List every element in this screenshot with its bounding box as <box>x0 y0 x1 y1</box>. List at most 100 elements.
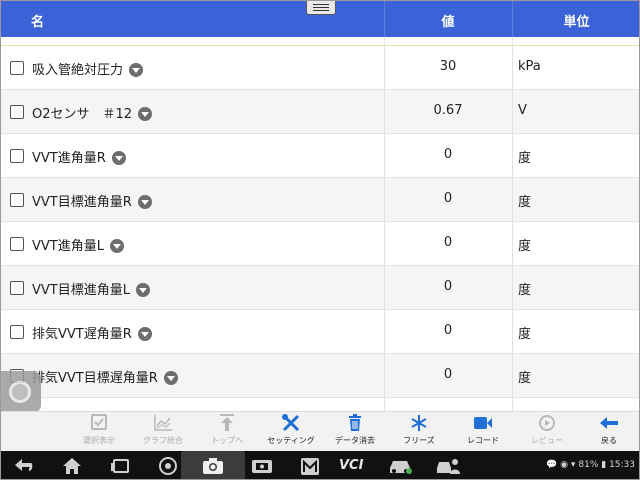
dropdown-icon[interactable] <box>138 106 153 121</box>
table-row[interactable]: 排気VVT遅角量R 0 度 <box>1 310 639 354</box>
table-row[interactable]: O2センサ ＃12 0.67 V <box>1 90 639 134</box>
graph-icon <box>154 415 172 431</box>
freeze-label: フリーズ <box>403 436 435 445</box>
row-name: 排気VVT遅角量R <box>32 323 152 342</box>
table-row[interactable]: VVT目標進角量R 0 度 <box>1 178 639 222</box>
row-value: 0 <box>443 191 453 206</box>
status-area: 💬 ◉ ▾ 81% ▮ 15:33 <box>546 460 635 470</box>
maxi-app-icon[interactable] <box>299 456 321 476</box>
screen-record-icon[interactable] <box>251 456 273 476</box>
system-nav-bar: VCI 💬 ◉ ▾ 81% ▮ 15:33 <box>1 451 639 479</box>
row-name-text: 排気VVT遅角量R <box>32 327 132 342</box>
row-name: 吸入管絶対圧力 <box>32 59 144 78</box>
row-unit: V <box>518 103 527 118</box>
row-value: 30 <box>439 59 457 74</box>
graph-merge-label: グラフ統合 <box>143 436 183 445</box>
row-name-text: VVT進角量R <box>32 151 106 166</box>
row-checkbox[interactable] <box>10 281 24 295</box>
graph-merge-button[interactable]: グラフ統合 <box>131 414 195 452</box>
row-name-text: VVT進角量L <box>32 239 104 254</box>
bottom-toolbar: 選択表示 グラフ統合 トップへ セッティング データ消去 フリーズ レコード レ… <box>1 411 639 452</box>
row-unit: 度 <box>518 195 532 210</box>
row-unit: 度 <box>518 327 532 342</box>
select-display-button[interactable]: 選択表示 <box>67 414 131 452</box>
column-divider <box>384 37 385 411</box>
table-row[interactable]: VVT目標進角量L 0 度 <box>1 266 639 310</box>
row-value: 0.67 <box>433 103 463 118</box>
dropdown-icon[interactable] <box>135 282 150 297</box>
freeze-button[interactable]: フリーズ <box>387 414 451 452</box>
row-unit: 度 <box>518 239 532 254</box>
row-checkbox[interactable] <box>10 237 24 251</box>
row-name-text: VVT目標進角量L <box>32 283 130 298</box>
car-icon[interactable] <box>387 456 413 476</box>
row-checkbox[interactable] <box>10 105 24 119</box>
checkbox-icon <box>91 414 107 430</box>
header-unit: 単位 <box>563 15 590 30</box>
car-user-icon[interactable] <box>435 456 461 476</box>
dropdown-icon[interactable] <box>111 150 126 165</box>
row-name: VVT進角量L <box>32 235 124 254</box>
table-row[interactable]: VVT進角量R 0 度 <box>1 134 639 178</box>
recents-nav-icon[interactable] <box>109 456 131 476</box>
home-nav-icon[interactable] <box>61 456 83 476</box>
vci-indicator[interactable]: VCI <box>339 458 373 478</box>
to-top-label: トップへ <box>211 436 243 445</box>
trash-icon <box>349 414 361 431</box>
row-value: 0 <box>443 367 453 382</box>
dropdown-icon[interactable] <box>137 326 152 341</box>
row-value: 0 <box>443 279 453 294</box>
to-top-button[interactable]: トップへ <box>195 414 259 452</box>
row-checkbox[interactable] <box>10 193 24 207</box>
drag-handle[interactable] <box>306 1 336 15</box>
row-value: 0 <box>443 323 453 338</box>
row-name-text: 吸入管絶対圧力 <box>32 63 124 78</box>
review-button[interactable]: レビュー <box>515 414 579 452</box>
row-name-text: 排気VVT目標遅角量R <box>32 371 158 386</box>
setting-label: セッティング <box>267 436 315 445</box>
video-camera-icon <box>474 417 492 429</box>
row-name: 排気VVT目標遅角量R <box>32 367 178 386</box>
row-name-text: VVT目標進角量R <box>32 195 132 210</box>
table-row[interactable]: VVT進角量L 0 度 <box>1 222 639 266</box>
data-table: 吸入管絶対圧力 30 kPa O2センサ ＃12 0.67 V VVT進角量R … <box>1 37 639 411</box>
clock: 15:33 <box>609 460 635 470</box>
back-nav-icon[interactable] <box>13 456 35 476</box>
setting-button[interactable]: セッティング <box>259 414 323 452</box>
dropdown-icon[interactable] <box>129 62 144 77</box>
table-row[interactable]: 吸入管絶対圧力 30 kPa <box>1 46 639 90</box>
header-name: 名 <box>31 15 45 30</box>
header-value: 値 <box>441 15 455 30</box>
data-clear-button[interactable]: データ消去 <box>323 414 387 452</box>
tools-icon <box>282 414 300 432</box>
table-row[interactable]: 排気VVT目標遅角量R 0 度 <box>1 354 639 398</box>
screenshot-button[interactable] <box>181 451 245 479</box>
back-arrow-icon <box>600 417 618 429</box>
back-button[interactable]: 戻る <box>577 414 639 452</box>
arrow-up-icon <box>220 414 234 431</box>
row-unit: 度 <box>518 151 532 166</box>
snowflake-icon <box>411 415 427 431</box>
browser-icon[interactable] <box>157 456 179 476</box>
dropdown-icon[interactable] <box>109 238 124 253</box>
row-name-text: O2センサ ＃12 <box>32 107 133 122</box>
row-name: VVT進角量R <box>32 147 126 166</box>
battery-icon: ▮ <box>601 460 607 470</box>
camera-icon <box>203 458 223 474</box>
row-name: VVT目標進角量L <box>32 279 150 298</box>
app-window: 名 値 単位 吸入管絶対圧力 30 kPa O2センサ ＃12 0.67 V V… <box>0 0 640 480</box>
row-checkbox[interactable] <box>10 149 24 163</box>
dropdown-icon[interactable] <box>137 194 152 209</box>
record-button[interactable]: レコード <box>451 414 515 452</box>
floating-assistant-button[interactable] <box>1 371 41 413</box>
row-unit: 度 <box>518 371 532 386</box>
dropdown-icon[interactable] <box>163 370 178 385</box>
row-unit: 度 <box>518 283 532 298</box>
data-clear-label: データ消去 <box>335 436 375 445</box>
row-name: O2センサ ＃12 <box>32 103 153 122</box>
row-value: 0 <box>443 235 453 250</box>
select-display-label: 選択表示 <box>83 436 115 445</box>
row-checkbox[interactable] <box>10 325 24 339</box>
row-checkbox[interactable] <box>10 61 24 75</box>
play-circle-icon <box>539 415 555 431</box>
